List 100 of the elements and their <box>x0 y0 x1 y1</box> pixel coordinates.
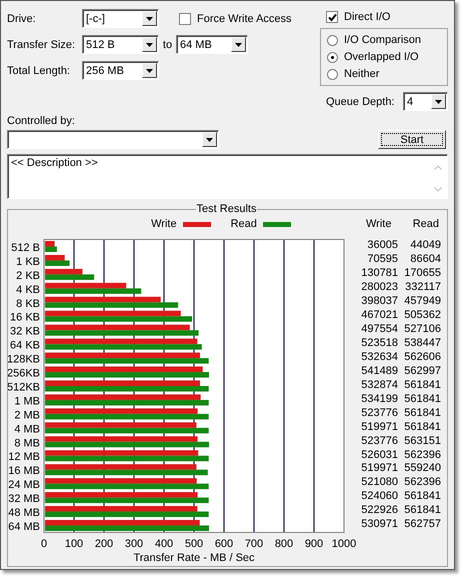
category-label: 256KB <box>8 368 40 380</box>
controlled-by-dropdown[interactable] <box>7 130 219 149</box>
table-cell-text: 519971 <box>360 462 398 476</box>
tick-label: 600 <box>214 538 234 550</box>
table-cell-text: 519971 <box>360 420 398 434</box>
table-cell-text: 130781 <box>360 267 398 280</box>
field-label: Total Length: <box>7 64 71 76</box>
table-cell-text: 561841 <box>403 490 441 504</box>
field-label: Transfer Size: <box>7 38 76 50</box>
category-label: 16 MB <box>8 465 40 478</box>
table-cell-text: 398037 <box>360 295 398 308</box>
length-dropdown[interactable]: 256 MB <box>82 61 159 80</box>
table-cell-text: 332117 <box>404 281 441 294</box>
radio-button[interactable] <box>327 52 338 62</box>
table-cell-text: 534199 <box>360 392 398 406</box>
table-cell-text: 523776 <box>360 406 398 420</box>
category-label: 12 MB <box>8 451 40 464</box>
table-cell-text: 457949 <box>403 295 441 308</box>
checkbox[interactable] <box>179 12 191 24</box>
tick-label: 400 <box>154 538 174 550</box>
tick-label: 800 <box>274 538 294 550</box>
tick-label: 700 <box>244 538 264 550</box>
category-label: 512 B <box>11 242 40 254</box>
table-cell-text: 467021 <box>360 309 398 322</box>
category-label: 4 MB <box>14 423 40 436</box>
caret-icon <box>206 138 213 142</box>
table-cell-text: 523518 <box>360 337 398 350</box>
category-label: 128KB <box>8 354 40 366</box>
axis-label: Transfer Rate - MB / Sec <box>133 552 255 564</box>
table-cell-text: 561841 <box>403 420 441 434</box>
start-button[interactable]: Start <box>378 130 446 149</box>
legend-label: Write <box>151 218 177 230</box>
table-cell-text: 280023 <box>360 281 398 294</box>
caret-icon <box>146 16 153 20</box>
table-cell-text: 532634 <box>360 350 398 364</box>
scroll-down-icon <box>434 187 442 192</box>
checkbox[interactable] <box>326 11 338 23</box>
table-cell-text: 527106 <box>403 323 441 336</box>
radio-label: I/O Comparison <box>344 34 422 46</box>
table-cell-text: 523776 <box>360 434 398 448</box>
table-cell-text: 86604 <box>409 253 441 266</box>
table-cell-text: 505362 <box>403 309 441 322</box>
caret-icon <box>235 42 242 46</box>
table-cell-text: 561841 <box>403 406 441 420</box>
table-cell-text: 524060 <box>360 490 398 504</box>
caret-icon <box>146 42 153 46</box>
table-cell-text: 532874 <box>360 378 398 392</box>
radio-button[interactable] <box>327 34 338 46</box>
queue-depth-dropdown[interactable]: 4 <box>403 92 448 111</box>
size-from-dropdown[interactable]: 512 B <box>82 35 159 54</box>
table-cell-text: 526031 <box>360 448 398 462</box>
scroll-up-icon <box>434 165 442 170</box>
category-label: 64 MB <box>8 520 40 533</box>
tick-label: 300 <box>124 538 144 550</box>
size-to-dropdown[interactable]: 64 MB <box>176 35 248 54</box>
category-label: 8 MB <box>14 437 40 450</box>
table-cell-text: 561841 <box>403 392 441 406</box>
caret-icon <box>435 100 442 104</box>
description-field[interactable]: << Description >> <box>7 154 448 199</box>
tick-label: 900 <box>304 538 324 550</box>
tick-label: 1000 <box>332 538 356 550</box>
table-cell-text: 561841 <box>403 378 441 392</box>
category-label: 4 KB <box>16 284 40 296</box>
tick-label: 0 <box>40 538 48 550</box>
table-cell-text: 36005 <box>366 239 398 252</box>
radio-label: Neither <box>344 68 380 80</box>
radio-label: Overlapped I/O <box>344 51 419 63</box>
category-label: 32 MB <box>8 493 40 506</box>
table-cell-text: 521080 <box>360 476 398 490</box>
category-label: 32 KB <box>10 326 40 338</box>
tick-label: 200 <box>94 538 114 550</box>
drive-dropdown[interactable]: [-c-] <box>82 9 159 28</box>
table-cell-text: 522926 <box>360 504 398 518</box>
table-cell-text: 170655 <box>403 267 441 280</box>
column-header: Read <box>412 218 439 230</box>
table-cell-text: 541489 <box>360 364 398 378</box>
table-cell-text: 559240 <box>403 462 441 476</box>
field-label: Queue Depth: <box>326 96 394 108</box>
table-cell-text: 562606 <box>403 350 441 364</box>
table-cell-text: 561841 <box>403 504 441 518</box>
category-label: 8 KB <box>16 298 40 310</box>
group-title: Test Results <box>196 203 258 215</box>
category-label: 2 MB <box>14 409 40 422</box>
category-label: 64 KB <box>10 340 40 352</box>
category-label: 1 KB <box>16 256 40 268</box>
checkbox-label: Force Write Access <box>197 12 292 24</box>
caret-icon <box>146 68 153 72</box>
table-cell-text: 70595 <box>366 253 398 266</box>
table-cell-text: 563151 <box>403 434 441 448</box>
table-cell-text: 530971 <box>360 518 398 532</box>
table-cell-text: 44049 <box>409 239 441 252</box>
column-header: Write <box>366 218 392 230</box>
field-label: Drive: <box>7 12 37 24</box>
category-label: 24 MB <box>8 479 40 492</box>
category-label: 16 KB <box>10 312 40 324</box>
field-label: to <box>162 38 174 50</box>
radio-button[interactable] <box>327 68 338 80</box>
table-cell-text: 562757 <box>403 518 441 532</box>
table-cell-text: 562396 <box>403 448 441 462</box>
table-cell-text: 538447 <box>403 337 441 350</box>
